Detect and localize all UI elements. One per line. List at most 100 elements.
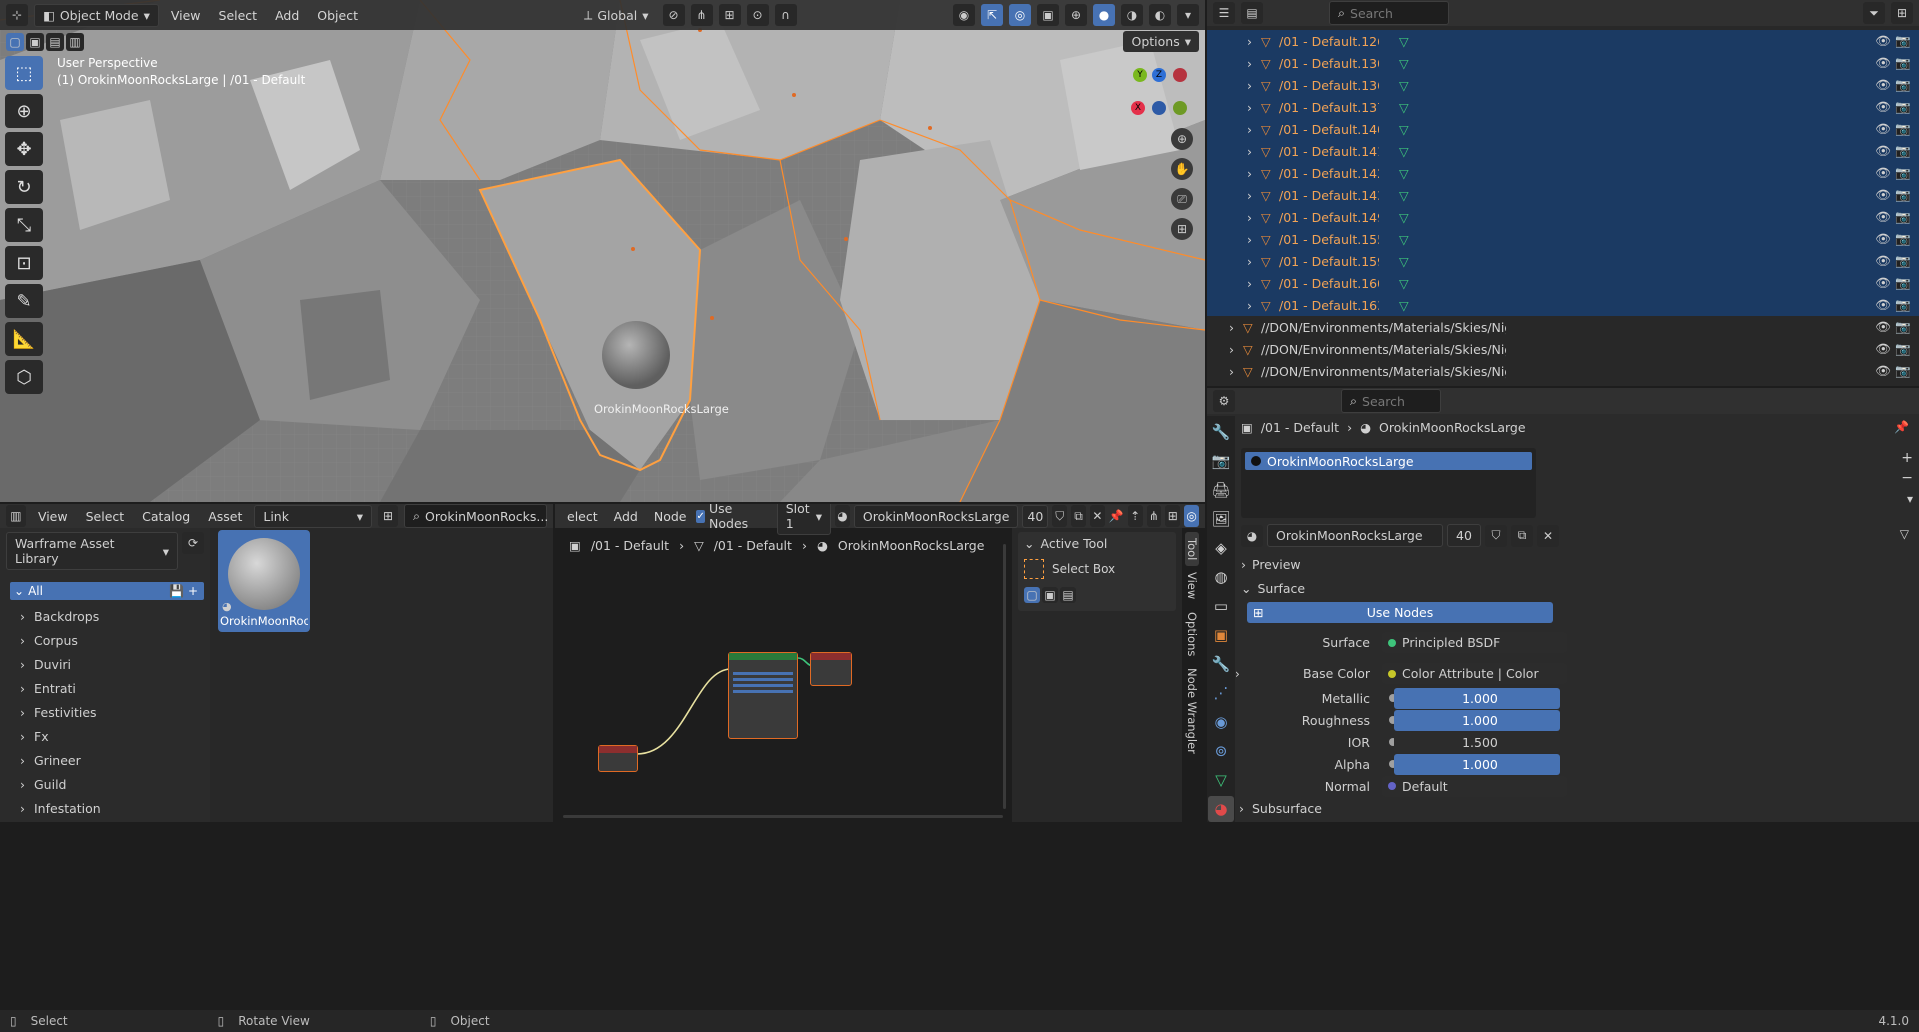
catalog-item[interactable]: › Corpus (0, 628, 210, 652)
snap-grid-icon[interactable]: ⊞ (1165, 505, 1181, 527)
alpha-slider[interactable]: 1.000 (1394, 753, 1560, 775)
chevron-right-icon[interactable]: › (1247, 144, 1261, 159)
chevron-right-icon[interactable]: › (1235, 667, 1240, 681)
chevron-right-icon[interactable]: › (1247, 166, 1261, 181)
camera-icon[interactable]: 📷 (1895, 121, 1911, 137)
editor-type-icon[interactable]: ⚙ (1213, 390, 1235, 412)
gizmo-y-axis[interactable]: Y (1133, 68, 1147, 82)
save-catalog-icon[interactable]: 💾 (169, 584, 184, 598)
material-output-node[interactable] (810, 652, 852, 686)
shading-solid-icon[interactable]: ● (1093, 4, 1115, 26)
tab-view[interactable]: View (1185, 566, 1199, 605)
xray-icon[interactable]: ▣ (1037, 4, 1059, 26)
outliner-row[interactable]: › ▽/01 - Default.126 ▽ 👁 📷 (1207, 30, 1919, 52)
outliner-row[interactable]: › ▽/01 - Default.136 ▽ 👁 📷 (1207, 74, 1919, 96)
asset-tile[interactable]: ◕ OrokinMoonRock... (218, 530, 310, 632)
select-box-tool-icon[interactable] (1024, 559, 1044, 579)
select-tool-icon[interactable]: ⬚ (5, 56, 43, 90)
catalog-item[interactable]: › Infestation (0, 796, 210, 820)
catalog-item[interactable]: › Fx (0, 724, 210, 748)
collection-tab-icon[interactable]: ▭ (1208, 593, 1234, 619)
shading-rendered-icon[interactable]: ◐ (1149, 4, 1171, 26)
falloff-icon[interactable]: ∩ (774, 4, 797, 26)
eye-icon[interactable]: 👁 (1875, 385, 1891, 386)
eye-icon[interactable]: 👁 (1875, 33, 1891, 49)
catalog-item[interactable]: › Grineer (0, 748, 210, 772)
duplicate-icon[interactable]: ⧉ (1071, 505, 1086, 527)
remove-slot-button[interactable]: − (1901, 470, 1913, 486)
eye-icon[interactable]: 👁 (1875, 143, 1891, 159)
select-subtract-icon[interactable]: ▤ (46, 33, 64, 51)
menu-add[interactable]: Add (269, 5, 305, 26)
chevron-right-icon[interactable]: › (1247, 122, 1261, 137)
menu-asset[interactable]: Asset (202, 506, 248, 527)
snap-icon[interactable]: ⋔ (690, 4, 713, 26)
outliner-row[interactable]: › ▽/01 - Default.137 ▽ 👁 📷 (1207, 96, 1919, 118)
view-layer-tab-icon[interactable]: 🖼 (1208, 506, 1234, 532)
color-attribute-node[interactable] (598, 745, 638, 772)
asset-library-dropdown[interactable]: Warframe Asset Library ▾ (6, 532, 178, 570)
outliner-row[interactable]: › ▽/01 - Default.130 ▽ 👁 📷 (1207, 52, 1919, 74)
chevron-right-icon[interactable]: › (1247, 78, 1261, 93)
eye-icon[interactable]: 👁 (1875, 319, 1891, 335)
scale-tool-icon[interactable]: ⤡ (5, 208, 43, 242)
scene-tab-icon[interactable]: ◈ (1208, 535, 1234, 561)
outliner-row[interactable]: › ▽/01 - Default.159 ▽ 👁 📷 (1207, 250, 1919, 272)
camera-icon[interactable]: 📷 (1895, 55, 1911, 71)
outliner-row[interactable]: › ▽/01 - Default.141 ▽ 👁 📷 (1207, 140, 1919, 162)
normal-field[interactable]: Default (1382, 775, 1567, 797)
editor-type-icon[interactable]: ▥ (6, 505, 26, 527)
chevron-right-icon[interactable]: › (1247, 188, 1261, 203)
camera-icon[interactable]: 📷 (1895, 99, 1911, 115)
surface-panel-header[interactable]: ⌄ Surface (1241, 578, 1553, 598)
ior-field[interactable]: 1.500 (1394, 731, 1560, 753)
chevron-right-icon[interactable]: › (1247, 298, 1261, 313)
pin-icon[interactable]: 📌 (1894, 420, 1909, 434)
catalog-item[interactable]: › Entrati (0, 676, 210, 700)
catalog-item[interactable]: › Backdrops (0, 604, 210, 628)
camera-icon[interactable]: 📷 (1895, 363, 1911, 379)
rotate-tool-icon[interactable]: ↻ (5, 170, 43, 204)
eye-icon[interactable]: 👁 (1875, 187, 1891, 203)
gizmo-z-axis[interactable]: Z (1152, 68, 1166, 82)
new-collection-icon[interactable]: ⊞ (1891, 2, 1913, 24)
editor-type-icon[interactable]: ☰ (1213, 2, 1235, 24)
camera-icon[interactable]: 📷 (1895, 77, 1911, 93)
render-tab-icon[interactable]: 📷 (1208, 448, 1234, 474)
duplicate-icon[interactable]: ⧉ (1511, 524, 1533, 547)
outliner-row[interactable]: ›▽ //DON/Environments/Materials/Skies/Nig… (1207, 360, 1919, 382)
outliner-search-input[interactable]: ⌕ Search (1329, 1, 1449, 25)
shading-options-icon[interactable]: ▾ (1177, 4, 1199, 26)
material-user-count[interactable]: 40 (1447, 524, 1481, 547)
select-new-icon[interactable]: ▢ (1024, 587, 1040, 603)
node-editor-h-scrollbar[interactable] (563, 815, 1003, 818)
camera-icon[interactable]: 📷 (1895, 209, 1911, 225)
eye-icon[interactable]: 👁 (1875, 55, 1891, 71)
outliner-row[interactable]: › ▽/01 - Default.155 ▽ 👁 📷 (1207, 228, 1919, 250)
catalog-item[interactable]: › Festivities (0, 700, 210, 724)
outliner-row[interactable]: › ▽/01 - Default.143 ▽ 👁 📷 (1207, 184, 1919, 206)
tab-tool[interactable]: Tool (1185, 532, 1199, 567)
catalog-item[interactable]: › Guild (0, 772, 210, 796)
editor-type-icon[interactable]: ⊹ (6, 4, 28, 26)
slot-specials-icon[interactable]: ▾ (1907, 492, 1913, 506)
select-extend-icon[interactable]: ▣ (26, 33, 44, 51)
import-method-dropdown[interactable]: Link ▾ (254, 504, 373, 528)
refresh-icon[interactable]: ⟳ (182, 532, 204, 554)
chevron-right-icon[interactable]: › (1247, 100, 1261, 115)
gizmo-x-axis[interactable]: X (1131, 101, 1145, 115)
camera-icon[interactable]: 📷 (1895, 231, 1911, 247)
camera-icon[interactable]: 📷 (1895, 319, 1911, 335)
unlink-icon[interactable]: ✕ (1089, 505, 1105, 527)
menu-view[interactable]: View (32, 506, 74, 527)
eye-icon[interactable]: 👁 (1875, 297, 1891, 313)
eye-icon[interactable]: 👁 (1875, 209, 1891, 225)
browse-material-icon[interactable]: ◕ (1241, 524, 1263, 547)
fake-user-icon[interactable]: ⛉ (1052, 505, 1068, 527)
ortho-grid-icon[interactable]: ⊞ (1171, 218, 1193, 240)
menu-catalog[interactable]: Catalog (136, 506, 196, 527)
camera-icon[interactable]: 📷 (1895, 385, 1911, 386)
chevron-right-icon[interactable]: › (1247, 276, 1261, 291)
eye-icon[interactable]: 👁 (1875, 341, 1891, 357)
camera-icon[interactable]: 📷 (1895, 253, 1911, 269)
